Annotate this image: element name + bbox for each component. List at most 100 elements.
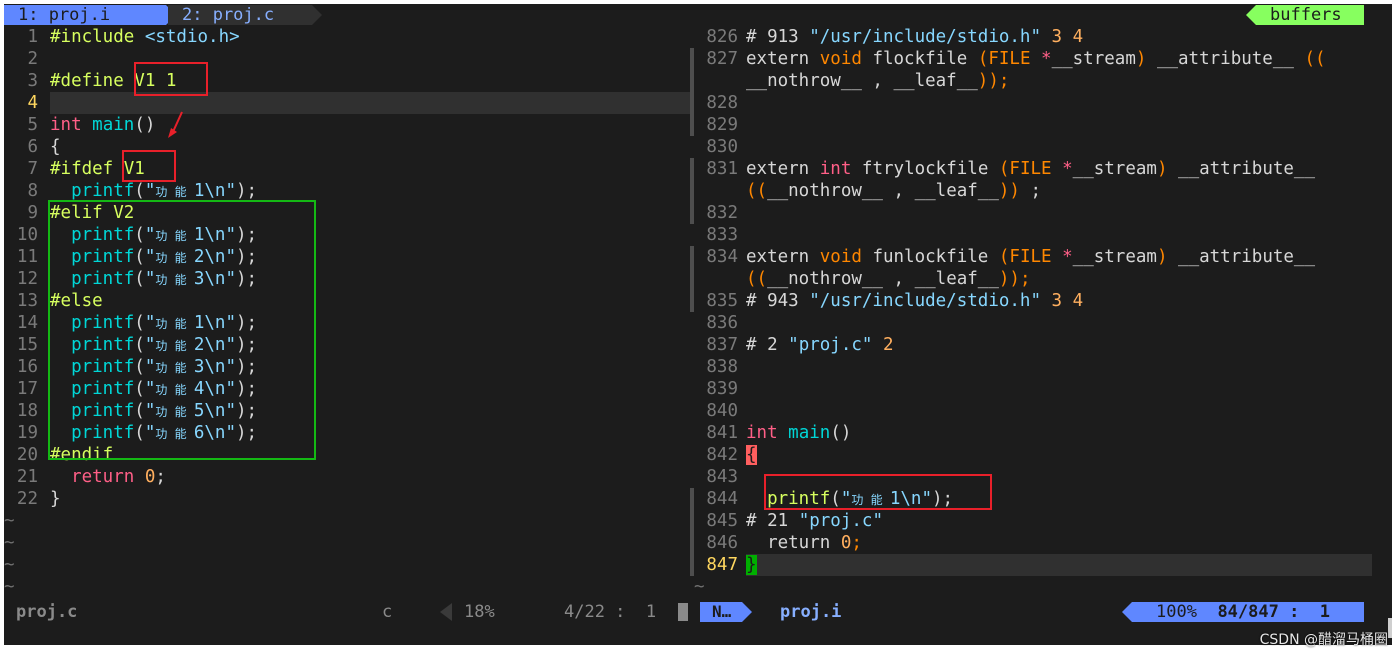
fold-column-marker xyxy=(690,48,694,136)
code-token: <stdio.h> xyxy=(144,27,240,47)
tab-proj-i[interactable]: 1: proj.i xyxy=(4,5,176,25)
status-left-position: 4/22 : 1 xyxy=(564,602,657,622)
line-number: 21 xyxy=(16,467,38,487)
code-token: extern xyxy=(746,247,820,267)
code-line[interactable]: 21 return 0; xyxy=(4,466,690,488)
code-line[interactable]: 828 xyxy=(694,92,1372,114)
code-line[interactable]: 835 # 943 "/usr/include/stdio.h" 3 4 xyxy=(694,290,1372,312)
code-token: ) xyxy=(1156,159,1179,179)
line-number: 1 xyxy=(27,27,38,47)
code-token: ); xyxy=(236,181,258,201)
code-line[interactable]: __nothrow__ , __leaf__)); xyxy=(694,70,1372,92)
code-token: )); xyxy=(977,71,1010,91)
code-token: extern xyxy=(746,159,820,179)
scrollbar-handle[interactable] xyxy=(1388,618,1392,638)
code-token: ; xyxy=(1019,181,1042,201)
terminal-window: 1: proj.i 2: proj.c buffers 1 #include <s… xyxy=(4,4,1392,645)
tabline: 1: proj.i 2: proj.c buffers xyxy=(4,4,1392,26)
code-token: 1\n" xyxy=(193,181,236,201)
code-token: #define xyxy=(50,71,135,91)
code-token: __attribute__ xyxy=(1178,247,1315,267)
code-token: main xyxy=(92,115,135,135)
code-line[interactable]: 826 # 913 "/usr/include/stdio.h" 3 4 xyxy=(694,26,1372,48)
status-right-percent: 100% xyxy=(1156,602,1197,622)
line-number: 833 xyxy=(706,225,738,245)
line-number: 7 xyxy=(27,159,38,179)
statusline: proj.c c 18% 4/22 : 1 N… proj.i 100% 84/… xyxy=(4,597,1392,627)
code-token: () xyxy=(134,115,156,135)
buffers-label[interactable]: buffers xyxy=(1246,5,1364,25)
line-number: 19 xyxy=(16,423,38,443)
code-token: ; xyxy=(155,467,166,487)
code-token: " xyxy=(144,181,156,201)
code-line[interactable]: 846 return 0; xyxy=(694,532,1372,554)
code-line[interactable]: 22} xyxy=(4,488,690,510)
code-token: 2 xyxy=(872,335,894,355)
annotation-box-else-branches xyxy=(48,200,316,460)
code-token: __stream xyxy=(1072,247,1157,267)
code-token: extern xyxy=(746,49,820,69)
code-line[interactable]: 833 xyxy=(694,224,1372,246)
code-line[interactable]: 839 xyxy=(694,378,1372,400)
fold-column-marker xyxy=(690,246,694,312)
code-token: __stream xyxy=(1072,159,1157,179)
code-line[interactable]: 837 # 2 "proj.c" 2 xyxy=(694,334,1372,356)
line-number: 832 xyxy=(706,203,738,223)
code-line[interactable]: 830 xyxy=(694,136,1372,158)
code-line[interactable]: 838 xyxy=(694,356,1372,378)
code-line[interactable]: ((__nothrow__ , __leaf__)) ; xyxy=(694,180,1372,202)
line-number: 828 xyxy=(706,93,738,113)
code-line[interactable]: 829 xyxy=(694,114,1372,136)
line-number: 846 xyxy=(706,533,738,553)
code-token: int xyxy=(746,423,789,443)
line-number: 840 xyxy=(706,401,738,421)
empty-buffer-marker: ~ xyxy=(4,533,15,553)
code-line[interactable]: 8 printf("功 能 1\n"); xyxy=(4,180,690,202)
code-token: int xyxy=(819,159,862,179)
code-line[interactable]: 1 #include <stdio.h> xyxy=(4,26,690,48)
code-token: return xyxy=(746,533,841,553)
code-line[interactable]: 2 xyxy=(4,48,690,70)
code-token: printf xyxy=(71,181,135,201)
line-number: 9 xyxy=(27,203,38,223)
watermark: CSDN @醋溜马桶圈 xyxy=(1259,632,1388,648)
code-line[interactable]: 840 xyxy=(694,400,1372,422)
status-left-filename: proj.c xyxy=(16,602,78,622)
line-number: 22 xyxy=(16,489,38,509)
code-line[interactable]: 7 #ifdef V1 xyxy=(4,158,690,180)
code-token: } xyxy=(746,555,757,575)
line-number: 831 xyxy=(706,159,738,179)
code-token: # 943 xyxy=(746,291,810,311)
code-line[interactable]: 3 #define V1 1 xyxy=(4,70,690,92)
code-line[interactable]: 6{ xyxy=(4,136,690,158)
code-line[interactable]: 847} xyxy=(694,554,1372,576)
code-line[interactable]: 845 # 21 "proj.c" xyxy=(694,510,1372,532)
code-line[interactable]: 842 { xyxy=(694,444,1372,466)
code-token: void xyxy=(819,49,873,69)
code-line[interactable]: 827 extern void flockfile (FILE *__stream… xyxy=(694,48,1372,70)
code-token: (FILE xyxy=(977,49,1042,69)
code-token: return xyxy=(71,467,145,487)
editor-pane-right[interactable]: 826 # 913 "/usr/include/stdio.h" 3 4 827 ex… xyxy=(694,26,1372,597)
code-token: 0 xyxy=(840,533,852,553)
code-line[interactable]: 831 extern int ftrylockfile (FILE *__stre… xyxy=(694,158,1372,180)
code-line[interactable]: 4 xyxy=(4,92,690,114)
code-line[interactable]: 841 int main() xyxy=(694,422,1372,444)
code-token: funlockfile xyxy=(872,247,999,267)
status-left-filetype: c xyxy=(382,602,393,622)
status-right-linecol: 84/847 : 1 xyxy=(1217,602,1331,622)
code-token: { xyxy=(50,137,61,157)
code-line[interactable]: 5 int main() xyxy=(4,114,690,136)
code-token: "proj.c" xyxy=(798,511,883,531)
code-line[interactable]: 834 extern void funlockfile (FILE *__stre… xyxy=(694,246,1372,268)
line-number: 845 xyxy=(706,511,738,531)
line-number: 15 xyxy=(16,335,38,355)
empty-buffer-marker: ~ xyxy=(4,511,15,531)
code-line[interactable]: 836 xyxy=(694,312,1372,334)
tab-proj-c[interactable]: 2: proj.c xyxy=(168,5,322,25)
code-line[interactable]: ((__nothrow__ , __leaf__)); xyxy=(694,268,1372,290)
line-number: 17 xyxy=(16,379,38,399)
code-line[interactable]: 832 xyxy=(694,202,1372,224)
line-number: 842 xyxy=(706,445,738,465)
